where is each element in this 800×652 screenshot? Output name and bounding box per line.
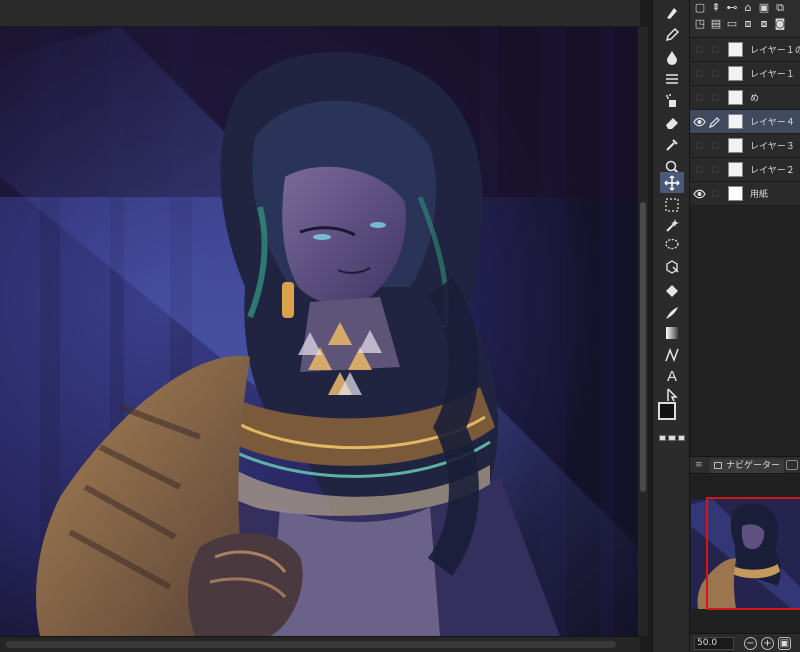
navigator-controls: 50.0 − + ▣: [690, 633, 800, 652]
lasso-icon[interactable]: [660, 234, 684, 255]
edit-toggle[interactable]: [712, 94, 719, 101]
visibility-toggle[interactable]: [696, 142, 703, 149]
edit-toggle[interactable]: [712, 166, 719, 173]
tab-sub-view-icon[interactable]: [786, 460, 798, 470]
vertical-scroll-thumb[interactable]: [640, 202, 646, 492]
eye-icon[interactable]: [693, 116, 706, 128]
panel-menu-icon[interactable]: ≡: [695, 460, 703, 470]
visibility-toggle[interactable]: [696, 94, 703, 101]
layer-list: レイヤー１のコピー レイヤー１ め レイヤー４: [690, 38, 800, 206]
svg-text:A: A: [667, 368, 677, 383]
fit-view-button[interactable]: ▣: [778, 637, 791, 650]
eraser-icon[interactable]: [660, 112, 684, 133]
spray-icon[interactable]: [660, 90, 684, 111]
layer-name: 用紙: [750, 190, 769, 200]
artwork-illustration: [0, 27, 638, 636]
layer-name: レイヤー３: [750, 142, 795, 152]
ink-drop-icon[interactable]: [660, 46, 684, 67]
app-window: A ▢ ⇞ ⊷ ⌂ ▣ ⧉ ◳ ▤ ▭ ⧈ ⧇ ◙ レイヤー１の レイヤー１ め…: [0, 0, 800, 652]
eyedropper-icon[interactable]: [660, 134, 684, 155]
layer-row[interactable]: レイヤー１: [690, 62, 800, 86]
layer-name: レイヤー１: [750, 70, 795, 80]
layer-row[interactable]: め: [690, 86, 800, 110]
feather-icon[interactable]: [660, 302, 684, 323]
lock-layer-icon[interactable]: ▣: [758, 2, 770, 14]
canvas-horizontal-scrollbar[interactable]: [0, 636, 640, 652]
edit-toggle[interactable]: [712, 190, 719, 197]
layer-row[interactable]: レイヤー２: [690, 158, 800, 182]
layer-name: レイヤー１のコピー: [750, 46, 800, 56]
object-select-icon[interactable]: [660, 256, 684, 277]
pencil-icon[interactable]: [660, 24, 684, 45]
merge-down-icon[interactable]: ⧇: [758, 18, 770, 30]
zoom-out-button[interactable]: −: [744, 637, 757, 650]
pen-nib-icon[interactable]: [660, 2, 684, 23]
layer-name: レイヤー２: [750, 166, 795, 176]
new-raster-layer-icon[interactable]: ▢: [694, 2, 706, 14]
layer-thumbnail: [728, 42, 743, 57]
navigator-view[interactable]: [690, 475, 800, 633]
airbrush-lines-icon[interactable]: [660, 68, 684, 89]
layer-list-empty-area: [690, 206, 800, 456]
edit-toggle[interactable]: [712, 46, 719, 53]
layer-toolbar: ▢ ⇞ ⊷ ⌂ ▣ ⧉ ◳ ▤ ▭ ⧈ ⧇ ◙: [690, 0, 800, 38]
edit-toggle[interactable]: [712, 142, 719, 149]
layer-name: レイヤー４: [750, 118, 795, 128]
right-panel: ▢ ⇞ ⊷ ⌂ ▣ ⧉ ◳ ▤ ▭ ⧈ ⧇ ◙ レイヤー１のコピー: [690, 0, 800, 652]
visibility-toggle[interactable]: [696, 166, 703, 173]
layer-thumbnail: [728, 162, 743, 177]
tab-navigator[interactable]: ナビゲーター: [710, 459, 785, 473]
zoom-in-button[interactable]: +: [761, 637, 774, 650]
layer-thumbnail: [728, 114, 743, 129]
new-folder-icon[interactable]: ▤: [710, 18, 722, 30]
main-color-swatch[interactable]: [658, 402, 676, 420]
layer-thumbnail: [728, 90, 743, 105]
new-layer-icon[interactable]: ◳: [694, 18, 706, 30]
main-sub-color-chip[interactable]: [658, 402, 686, 432]
canvas-topbar: [0, 0, 640, 27]
canvas-vertical-scrollbar[interactable]: [638, 27, 648, 636]
new-vector-layer-icon[interactable]: ⇞: [710, 2, 722, 14]
eye-icon[interactable]: [693, 188, 706, 200]
navigator-tab-bar: ≡ ナビゲーター: [690, 456, 800, 474]
navigator-view-frame[interactable]: [706, 497, 800, 610]
pencil-edit-icon[interactable]: [709, 116, 721, 128]
visibility-toggle[interactable]: [696, 70, 703, 77]
visibility-toggle[interactable]: [696, 46, 703, 53]
color-mode-switch[interactable]: [659, 435, 685, 441]
layer-row[interactable]: レイヤー３: [690, 134, 800, 158]
transfer-down-icon[interactable]: ⧈: [742, 18, 754, 30]
magic-wand-icon[interactable]: [660, 214, 684, 235]
layer-thumbnail: [728, 138, 743, 153]
fill-bucket-icon[interactable]: [660, 280, 684, 301]
navigator-icon: [714, 462, 722, 469]
layer-row[interactable]: レイヤー１のコピー: [690, 38, 800, 62]
reference-layer-icon[interactable]: ⌂: [742, 2, 754, 14]
layer-row-selected[interactable]: レイヤー４: [690, 110, 800, 134]
gradient-icon[interactable]: [660, 322, 684, 343]
text-icon[interactable]: A: [660, 364, 684, 385]
layer-row-paper[interactable]: 用紙: [690, 182, 800, 206]
marquee-icon[interactable]: [660, 194, 684, 215]
edit-toggle[interactable]: [712, 70, 719, 77]
canvas-area[interactable]: [0, 0, 648, 652]
layer-mask-icon[interactable]: ⊷: [726, 2, 738, 14]
move-icon[interactable]: [660, 172, 684, 193]
zoom-field[interactable]: 50.0: [694, 637, 734, 650]
vector-curve-icon[interactable]: [660, 344, 684, 365]
paper-thumbnail: [728, 186, 743, 201]
layer-thumbnail: [728, 66, 743, 81]
layer-name: め: [750, 94, 760, 104]
horizontal-scroll-thumb[interactable]: [6, 641, 616, 648]
tab-navigator-label: ナビゲーター: [726, 461, 781, 471]
delete-layer-icon[interactable]: ◙: [774, 18, 786, 30]
clip-layer-icon[interactable]: ⧉: [774, 2, 786, 14]
folder-icon[interactable]: ▭: [726, 18, 738, 30]
tool-palette: A: [652, 0, 690, 652]
canvas-artwork[interactable]: [0, 27, 638, 636]
